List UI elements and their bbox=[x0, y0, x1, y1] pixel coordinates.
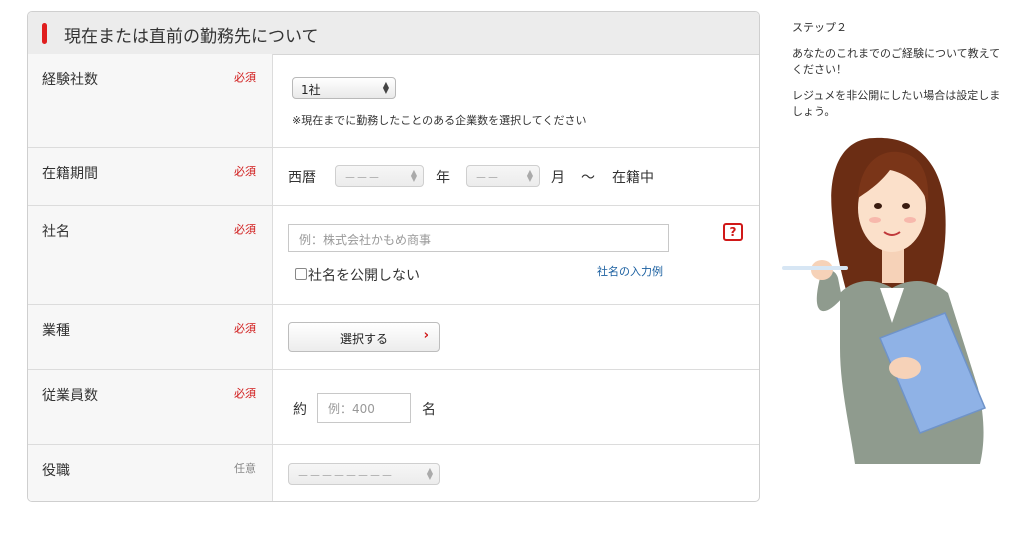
optional-badge: 任意 bbox=[234, 462, 256, 475]
value-cell: －－－－－－－－ ▲ ▼ bbox=[273, 445, 759, 501]
value-cell: 選択する › bbox=[273, 305, 759, 369]
button-label: 選択する bbox=[340, 332, 389, 346]
required-badge: 必須 bbox=[234, 223, 256, 236]
select-value: 1社 bbox=[301, 83, 321, 97]
field-label: 経験社数 bbox=[42, 72, 98, 88]
position-select[interactable]: －－－－－－－－ ▲ ▼ bbox=[288, 463, 440, 485]
label-cell: 従業員数 必須 bbox=[28, 370, 273, 444]
employee-count-input[interactable]: 例：400 bbox=[317, 393, 411, 423]
required-badge: 必須 bbox=[234, 387, 256, 400]
required-badge: 必須 bbox=[234, 165, 256, 178]
label-cell: 業種 必須 bbox=[28, 305, 273, 369]
field-label: 従業員数 bbox=[42, 388, 98, 404]
people-suffix: 名 bbox=[422, 402, 436, 418]
month-select[interactable]: －－ ▲ ▼ bbox=[466, 165, 540, 187]
hide-company-label: 社名を公開しない bbox=[308, 268, 420, 284]
chevron-right-icon: › bbox=[423, 328, 429, 343]
label-cell: 経験社数 必須 bbox=[28, 54, 273, 147]
row-companies: 経験社数 必須 1社 ▲ ▼ ※現在までに勤務したことのある企業数を選択してくださ… bbox=[28, 54, 759, 148]
range-tilde: 〜 bbox=[581, 170, 595, 186]
updown-arrow-icon: ▲ ▼ bbox=[426, 466, 433, 481]
label-cell: 在籍期間 必須 bbox=[28, 148, 273, 205]
value-cell: 約 例：400 名 bbox=[273, 370, 759, 444]
field-label: 在籍期間 bbox=[42, 166, 98, 182]
updown-arrow-icon: ▲ ▼ bbox=[526, 168, 533, 183]
input-placeholder: 例：400 bbox=[328, 402, 375, 416]
row-industry: 業種 必須 選択する › bbox=[28, 305, 759, 370]
currently-employed-label: 在籍中 bbox=[612, 170, 654, 186]
value-cell: 西暦 －－－ ▲ ▼ 年 －－ ▲ ▼ 月 〜 在籍中 bbox=[273, 148, 759, 205]
value-cell: 1社 ▲ ▼ ※現在までに勤務したことのある企業数を選択してください bbox=[273, 54, 759, 147]
month-unit: 月 bbox=[551, 170, 565, 186]
company-count-note: ※現在までに勤務したことのある企業数を選択してください bbox=[292, 114, 587, 127]
guide-woman-illustration bbox=[782, 137, 986, 464]
row-period: 在籍期間 必須 西暦 －－－ ▲ ▼ 年 －－ ▲ ▼ 月 〜 在籍中 bbox=[28, 148, 759, 206]
row-position: 役職 任意 －－－－－－－－ ▲ ▼ bbox=[28, 445, 759, 501]
year-unit: 年 bbox=[436, 170, 450, 186]
section-header: 現在または直前の勤務先について bbox=[28, 12, 759, 55]
era-label: 西暦 bbox=[288, 170, 316, 186]
step-heading: ステップ２ bbox=[792, 21, 847, 34]
approx-prefix: 約 bbox=[293, 402, 307, 418]
input-placeholder: 例：株式会社かもめ商事 bbox=[299, 233, 432, 247]
updown-arrow-icon: ▲ ▼ bbox=[410, 168, 417, 183]
section-title: 現在または直前の勤務先について bbox=[64, 27, 319, 47]
company-count-select[interactable]: 1社 ▲ ▼ bbox=[292, 77, 396, 99]
select-industry-button[interactable]: 選択する › bbox=[288, 322, 440, 352]
label-cell: 役職 任意 bbox=[28, 445, 273, 501]
label-cell: 社名 必須 bbox=[28, 206, 273, 304]
field-label: 業種 bbox=[42, 323, 70, 339]
step-text-experience: あなたのこれまでのご経験について教えてください！ bbox=[792, 47, 1001, 76]
hide-company-checkbox[interactable] bbox=[295, 268, 307, 280]
select-value: －－－－－－－－ bbox=[297, 469, 394, 483]
row-employees: 従業員数 必須 約 例：400 名 bbox=[28, 370, 759, 445]
step-text-privacy: レジュメを非公開にしたい場合は設定しましょう。 bbox=[792, 89, 1001, 118]
select-value: －－－ bbox=[344, 171, 381, 185]
work-history-panel: 現在または直前の勤務先について 経験社数 必須 1社 ▲ ▼ ※現在までに勤務した… bbox=[27, 11, 760, 502]
updown-arrow-icon: ▲ ▼ bbox=[382, 80, 389, 95]
select-value: －－ bbox=[475, 171, 500, 185]
help-icon[interactable]: ? bbox=[723, 223, 743, 241]
field-label: 社名 bbox=[42, 224, 70, 240]
value-cell: 例：株式会社かもめ商事 ? 社名を公開しない 社名の入力例 bbox=[273, 206, 759, 304]
header-accent-bar bbox=[42, 23, 47, 44]
row-company-name: 社名 必須 例：株式会社かもめ商事 ? 社名を公開しない 社名の入力例 bbox=[28, 206, 759, 305]
required-badge: 必須 bbox=[234, 322, 256, 335]
required-badge: 必須 bbox=[234, 71, 256, 84]
company-name-input[interactable]: 例：株式会社かもめ商事 bbox=[288, 224, 669, 252]
year-select[interactable]: －－－ ▲ ▼ bbox=[335, 165, 424, 187]
field-label: 役職 bbox=[42, 463, 70, 479]
company-name-example-link[interactable]: 社名の入力例 bbox=[597, 263, 663, 279]
